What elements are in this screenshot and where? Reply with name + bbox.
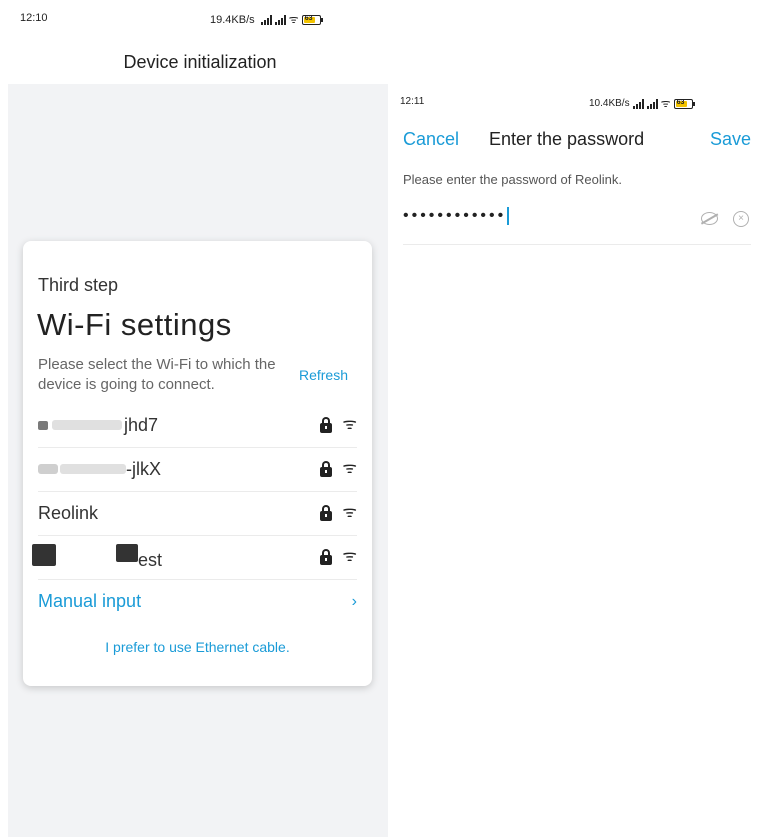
refresh-button[interactable]: Refresh: [299, 367, 348, 383]
cancel-button[interactable]: Cancel: [403, 129, 459, 150]
page-title: Enter the password: [489, 129, 645, 149]
lock-icon: [320, 417, 333, 433]
eye-hidden-icon[interactable]: [701, 212, 718, 225]
lock-icon: [320, 549, 333, 565]
wifi-network-row[interactable]: -jlkX ᯤ: [38, 448, 357, 492]
card-heading: Wi-Fi settings: [37, 307, 232, 342]
password-input[interactable]: ••••••••••••: [403, 207, 510, 225]
status-time: 12:11: [400, 96, 425, 107]
password-screen: 12:11 10.4KB/s ᯤ 63 Cancel Enter the pas…: [388, 0, 759, 837]
wifi-settings-screen: 12:10 19.4KB/s ᯤ 63 Device initializatio…: [0, 0, 388, 837]
wifi-network-row[interactable]: est ᯤ: [32, 536, 357, 580]
network-speed: 10.4KB/s: [589, 98, 630, 109]
status-indicators: 10.4KB/s ᯤ 63: [589, 96, 695, 111]
wifi-network-name: -jlkX: [126, 459, 161, 479]
lock-icon: [320, 505, 333, 521]
wifi-network-row[interactable]: jhd7 ᯤ: [38, 404, 357, 448]
status-time: 12:10: [20, 12, 48, 24]
chevron-right-icon: ›: [351, 593, 357, 610]
signal-icon: [646, 98, 658, 109]
signal-icon: [632, 98, 644, 109]
wifi-icon: ᯤ: [342, 416, 357, 433]
save-button[interactable]: Save: [710, 129, 751, 150]
wifi-network-name: jhd7: [124, 415, 159, 435]
wifi-icon: ᯤ: [342, 504, 357, 521]
battery-icon: 63: [301, 14, 323, 25]
wifi-network-row[interactable]: Reolink ᯤ: [38, 492, 357, 536]
status-bar: 12:10 19.4KB/s ᯤ 63: [0, 0, 388, 34]
password-field[interactable]: •••••••••••• ×: [403, 205, 751, 245]
wifi-icon: ᯤ: [342, 460, 357, 477]
signal-icon: [260, 14, 272, 25]
lock-icon: [320, 461, 333, 477]
status-indicators: 19.4KB/s ᯤ 63: [210, 12, 323, 27]
wifi-status-icon: ᯤ: [288, 14, 299, 26]
password-hint: Please enter the password of Reolink.: [403, 172, 622, 187]
card-description: Please select the Wi-Fi to which the dev…: [38, 356, 276, 393]
step-label: Third step: [38, 275, 119, 295]
wifi-status-icon: ᯤ: [660, 98, 671, 110]
signal-icon: [274, 14, 286, 25]
ethernet-link[interactable]: I prefer to use Ethernet cable.: [23, 639, 372, 655]
network-speed: 19.4KB/s: [210, 13, 255, 26]
wifi-settings-card: Third step Wi-Fi settings Please select …: [23, 241, 372, 686]
page-title: Device initialization: [123, 52, 277, 72]
manual-input-label: Manual input: [38, 591, 142, 611]
wifi-icon: ᯤ: [342, 548, 357, 565]
text-caret: [507, 207, 510, 225]
wifi-network-name: est: [138, 550, 163, 570]
battery-icon: 63: [673, 98, 695, 109]
manual-input-button[interactable]: Manual input ›: [38, 591, 357, 621]
clear-icon[interactable]: ×: [733, 211, 749, 227]
wifi-network-name: Reolink: [38, 503, 99, 523]
